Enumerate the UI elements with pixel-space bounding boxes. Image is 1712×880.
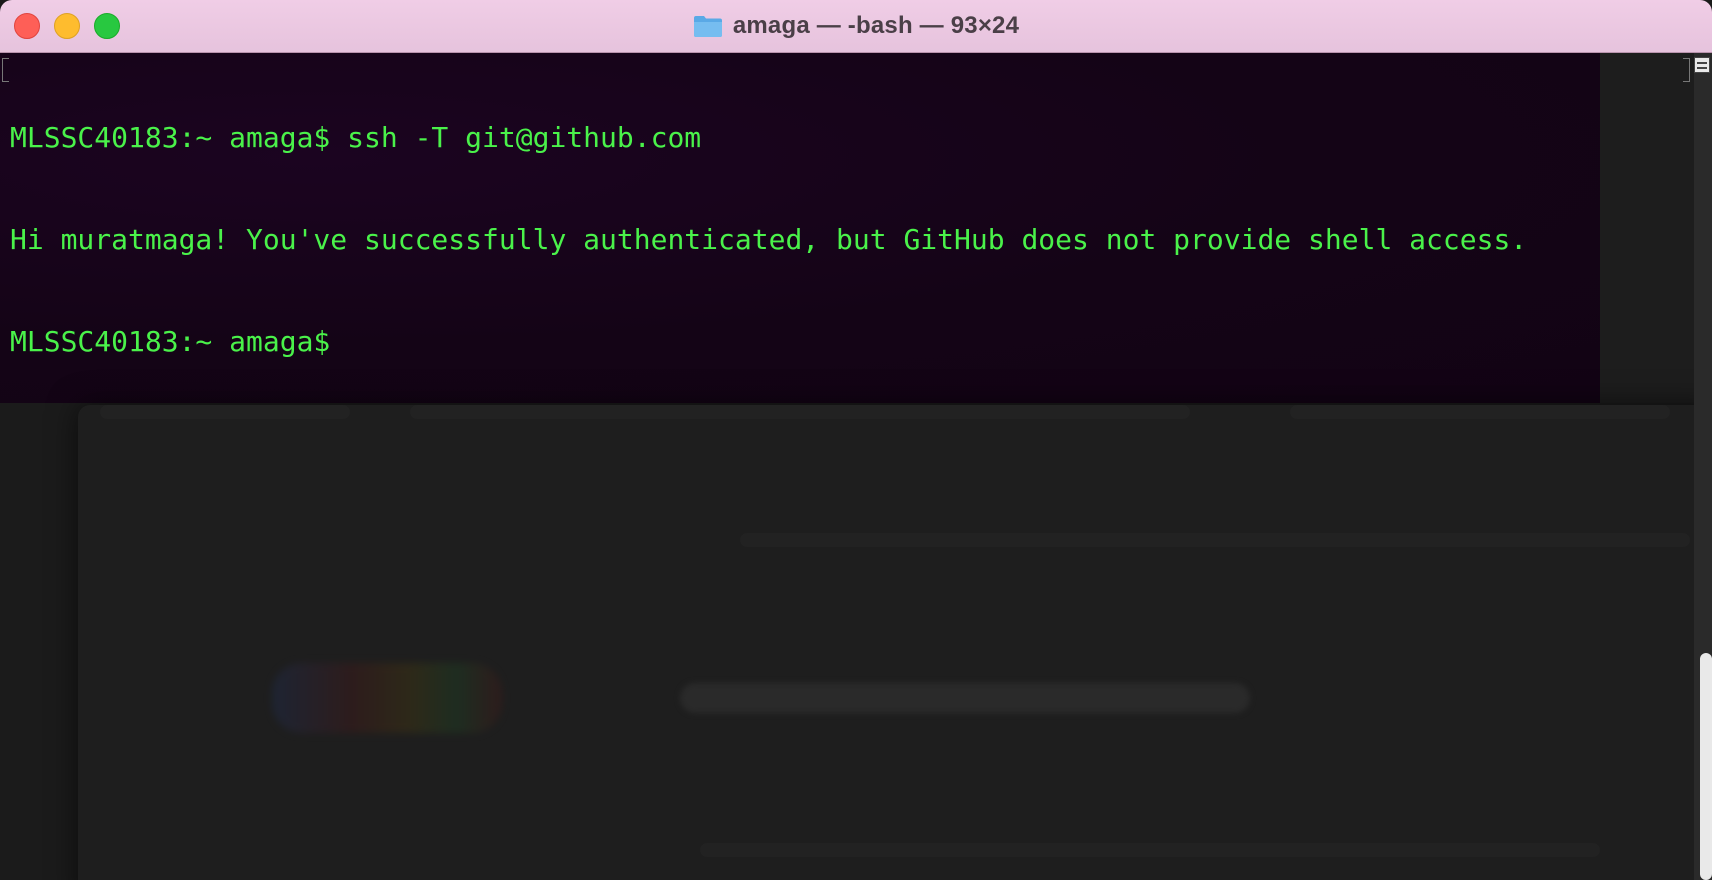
terminal-content[interactable]: MLSSC40183:~ amaga$ ssh -T git@github.co… [0,53,1712,880]
mark-bracket [1683,58,1690,82]
mark-bracket [2,58,9,82]
background-browser-window [78,405,1712,880]
window-title: amaga — -bash — 93×24 [732,11,1020,39]
terminal-output[interactable]: MLSSC40183:~ amaga$ ssh -T git@github.co… [10,53,1527,427]
folder-icon [693,14,723,38]
split-pane-icon[interactable] [1694,57,1710,73]
background-search [680,683,1250,713]
scrollbar-thumb[interactable] [1700,653,1712,880]
background-blur-bar [740,533,1690,547]
terminal-line-prompt: MLSSC40183:~ amaga$ [10,325,331,358]
terminal-line-output: Hi muratmaga! You've successfully authen… [10,223,1528,256]
background-blur-bar [700,843,1600,857]
window-title-group: amaga — -bash — 93×24 [0,0,1712,51]
terminal-line-command: MLSSC40183:~ amaga$ ssh -T git@github.co… [10,121,702,154]
background-logo [272,663,502,733]
title-bar[interactable]: amaga — -bash — 93×24 [0,0,1712,53]
terminal-window: amaga — -bash — 93×24 MLSSC40183:~ amaga… [0,0,1712,880]
